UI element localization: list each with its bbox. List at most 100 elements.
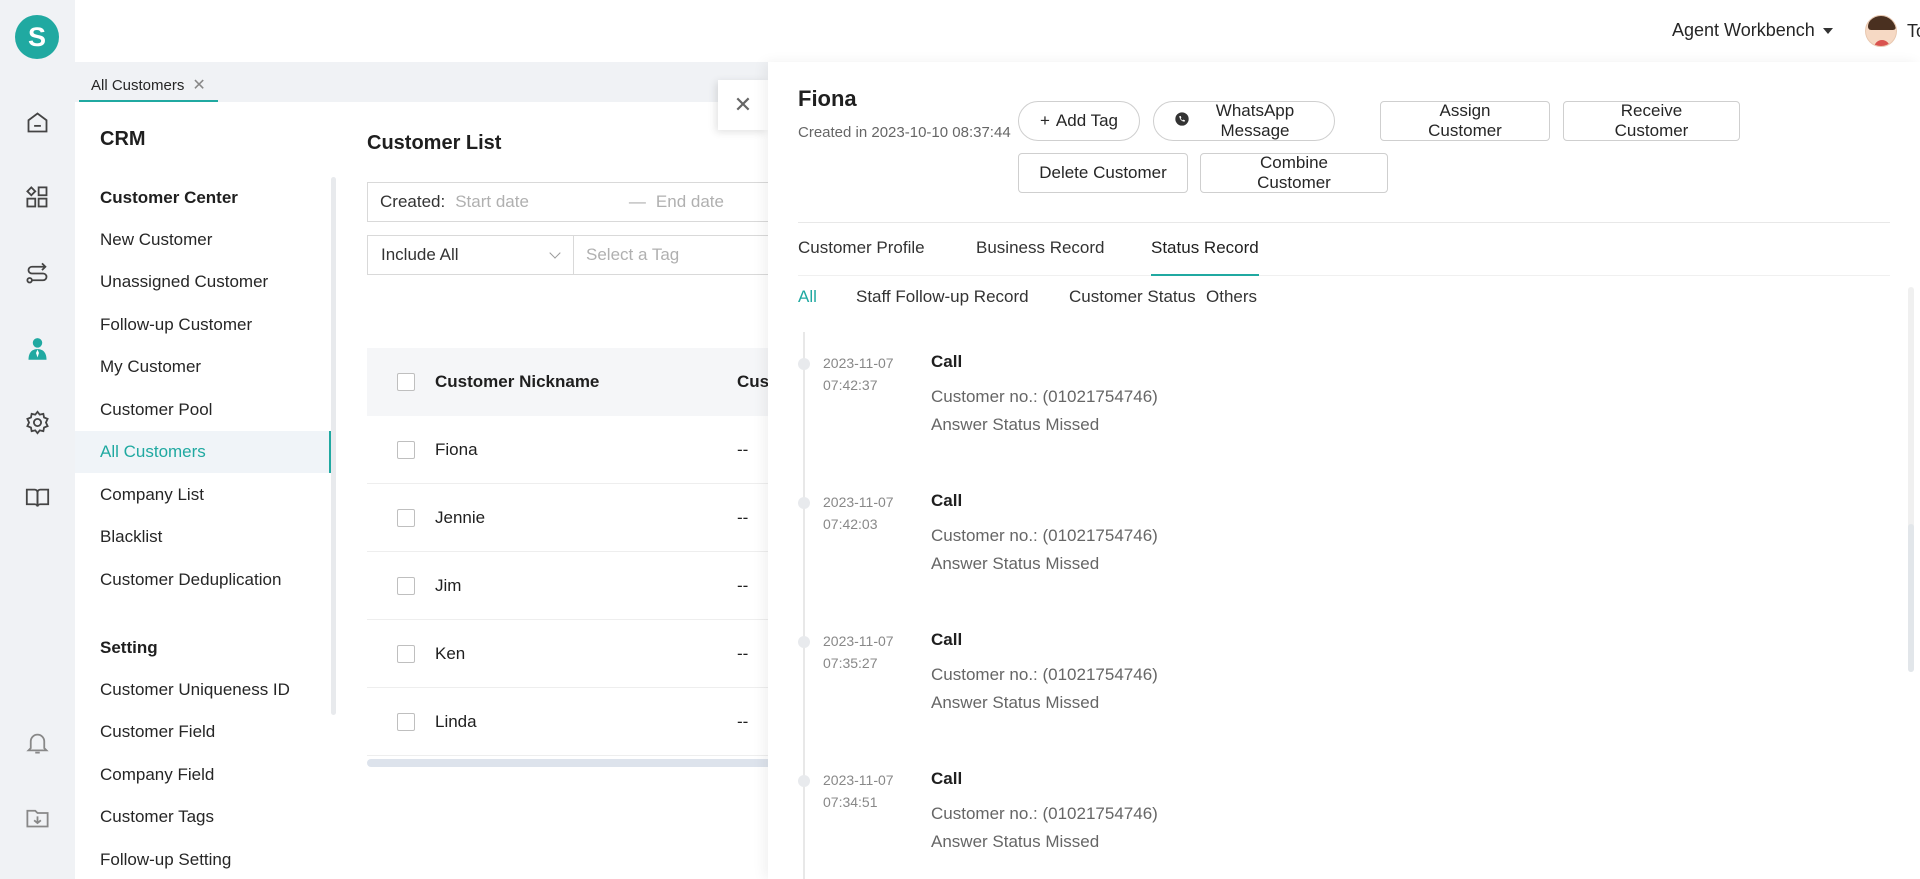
- add-tag-button[interactable]: + Add Tag: [1018, 101, 1140, 141]
- combine-customer-button[interactable]: Combine Customer: [1200, 153, 1388, 193]
- created-time: Created in 2023-10-10 08:37:44: [798, 124, 1011, 141]
- customer-name: Fiona: [798, 86, 857, 111]
- tab-business-record[interactable]: Business Record: [976, 238, 1105, 276]
- plus-icon: +: [1039, 111, 1050, 130]
- sidebar-item-follow-up-customer[interactable]: Follow-up Customer: [75, 304, 331, 346]
- sidebar-item-customer-pool[interactable]: Customer Pool: [75, 389, 331, 431]
- tag-select-placeholder: Select a Tag: [586, 245, 680, 264]
- record-time: 07:34:51: [823, 794, 878, 810]
- timeline-dot: [798, 358, 810, 370]
- avatar: [1865, 15, 1897, 47]
- row-checkbox[interactable]: [397, 644, 415, 663]
- record-title: Call: [931, 769, 963, 788]
- record-date: 2023-11-07: [823, 772, 894, 788]
- subtab-all[interactable]: All: [798, 287, 817, 307]
- top-bar: Agent Workbench Tom: [75, 0, 1920, 62]
- user-name: Tom: [1907, 20, 1920, 41]
- bell-icon[interactable]: [22, 727, 52, 757]
- sidebar-item-all-customers[interactable]: All Customers: [75, 431, 331, 473]
- row-checkbox[interactable]: [397, 576, 415, 595]
- page-tab-label: All Customers: [91, 76, 185, 94]
- created-date-range[interactable]: Created: Start date — End date: [367, 182, 787, 222]
- table-row[interactable]: Linda --: [367, 688, 787, 756]
- customer-list-panel: Customer List Created: Start date — End …: [337, 102, 787, 879]
- row-checkbox[interactable]: [397, 508, 415, 527]
- close-icon[interactable]: ✕: [192, 75, 205, 95]
- user-menu[interactable]: Tom: [1865, 15, 1920, 47]
- table-row[interactable]: Fiona --: [367, 416, 787, 484]
- book-icon[interactable]: [22, 482, 52, 512]
- timeline-item: 2023-11-07 07:42:03 Call Customer no.: (…: [798, 491, 1698, 630]
- include-select-value: Include All: [381, 245, 459, 264]
- record-timestamp: 2023-11-07 07:35:27: [823, 630, 913, 674]
- table-row[interactable]: Ken --: [367, 620, 787, 688]
- record-customer-no: Customer no.: (01021754746): [931, 526, 1158, 545]
- sidebar-item-customer-field[interactable]: Customer Field: [75, 711, 331, 753]
- record-answer-status: Answer Status Missed: [931, 554, 1100, 573]
- whatsapp-message-button[interactable]: WhatsApp Message: [1153, 101, 1335, 141]
- delete-customer-button[interactable]: Delete Customer: [1018, 153, 1188, 193]
- sidebar-item-company-list[interactable]: Company List: [75, 474, 331, 516]
- gear-icon[interactable]: [22, 407, 52, 437]
- sidebar-item-blacklist[interactable]: Blacklist: [75, 516, 331, 558]
- select-all-checkbox[interactable]: [397, 373, 415, 391]
- start-date-input[interactable]: Start date: [455, 192, 529, 212]
- page-tab-all-customers[interactable]: All Customers ✕: [79, 70, 218, 102]
- table-row[interactable]: Jennie --: [367, 484, 787, 552]
- row-checkbox[interactable]: [397, 440, 415, 459]
- drawer-scrollbar-thumb[interactable]: [1908, 524, 1914, 672]
- nav-rail: S: [0, 0, 75, 879]
- sidebar-item-my-customer[interactable]: My Customer: [75, 346, 331, 388]
- sidebar-item-company-field[interactable]: Company Field: [75, 754, 331, 796]
- row-nickname: Linda: [435, 711, 477, 731]
- assign-customer-button[interactable]: Assign Customer: [1380, 101, 1550, 141]
- app-logo[interactable]: S: [15, 15, 59, 59]
- row-nickname: Fiona: [435, 439, 478, 459]
- download-icon[interactable]: [22, 802, 52, 832]
- sidebar-item-new-customer[interactable]: New Customer: [75, 219, 331, 261]
- workbench-dropdown[interactable]: Agent Workbench: [1672, 20, 1833, 41]
- column-header-nickname[interactable]: Customer Nickname: [435, 372, 599, 392]
- end-date-input[interactable]: End date: [656, 192, 724, 212]
- receive-customer-button[interactable]: Receive Customer: [1563, 101, 1740, 141]
- drawer-close-button[interactable]: ✕: [718, 80, 768, 130]
- close-icon: ✕: [733, 92, 753, 117]
- sidebar-item-follow-up-setting[interactable]: Follow-up Setting: [75, 839, 331, 879]
- record-customer-no: Customer no.: (01021754746): [931, 387, 1158, 406]
- table-horizontal-scrollbar[interactable]: [367, 759, 787, 767]
- home-icon[interactable]: [22, 107, 52, 137]
- timeline-item: 2023-11-07 07:42:37 Call Customer no.: (…: [798, 352, 1698, 491]
- row-checkbox[interactable]: [397, 712, 415, 731]
- record-date: 2023-11-07: [823, 494, 894, 510]
- timeline-dot: [798, 497, 810, 509]
- subtab-customer-status[interactable]: Customer Status: [1069, 287, 1196, 307]
- apps-icon[interactable]: [22, 182, 52, 212]
- record-timestamp: 2023-11-07 07:42:37: [823, 352, 913, 396]
- record-title: Call: [931, 352, 963, 371]
- customer-icon[interactable]: [22, 333, 52, 363]
- record-time: 07:42:37: [823, 377, 878, 393]
- sidebar-item-customer-tags[interactable]: Customer Tags: [75, 796, 331, 838]
- sidebar-item-unassigned-customer[interactable]: Unassigned Customer: [75, 261, 331, 303]
- row-nickname: Ken: [435, 643, 466, 663]
- sidebar-item-customer-deduplication[interactable]: Customer Deduplication: [75, 559, 331, 601]
- record-title: Call: [931, 630, 963, 649]
- sidebar-scrollbar[interactable]: [331, 177, 336, 715]
- include-select[interactable]: Include All: [367, 235, 574, 275]
- routing-icon[interactable]: [22, 258, 52, 288]
- group-title-customer-center: Customer Center: [100, 188, 238, 207]
- tag-select[interactable]: Select a Tag: [574, 235, 787, 275]
- subtab-others[interactable]: Others: [1206, 287, 1257, 307]
- row-cell: --: [737, 643, 749, 663]
- sidebar-item-customer-uniqueness-id[interactable]: Customer Uniqueness ID: [75, 669, 331, 711]
- table-row[interactable]: Jim --: [367, 552, 787, 620]
- record-timestamp: 2023-11-07 07:34:51: [823, 769, 913, 813]
- timeline-item: 2023-11-07 07:35:27 Call Customer no.: (…: [798, 630, 1698, 769]
- sidebar-title: CRM: [100, 128, 146, 150]
- row-cell: --: [737, 507, 749, 527]
- subtab-staff-follow-up[interactable]: Staff Follow-up Record: [856, 287, 1029, 307]
- table-header: Customer Nickname Cust: [367, 348, 787, 416]
- record-answer-status: Answer Status Missed: [931, 415, 1100, 434]
- tab-customer-profile[interactable]: Customer Profile: [798, 238, 925, 276]
- tab-status-record[interactable]: Status Record: [1151, 238, 1259, 276]
